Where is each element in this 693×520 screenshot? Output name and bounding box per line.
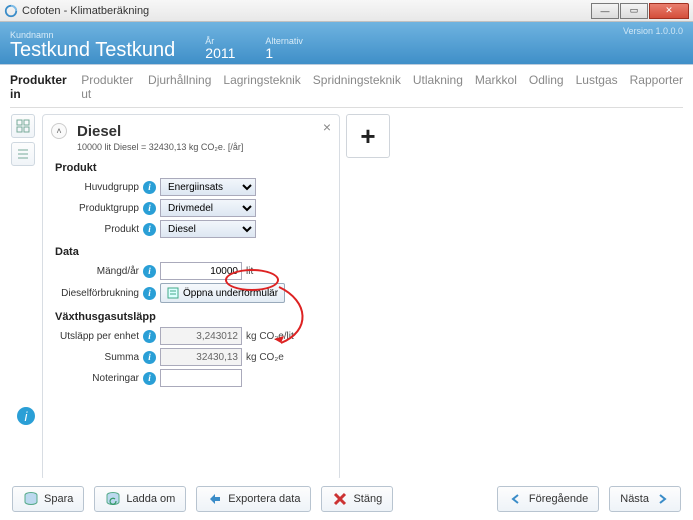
close-app-button[interactable]: Stäng — [321, 486, 393, 512]
export-label: Exportera data — [228, 493, 300, 505]
bottom-toolbar: Spara Ladda om Exportera data Stäng Före… — [0, 478, 693, 520]
huvudgrupp-label: Huvudgrupp — [55, 182, 143, 193]
form-icon — [167, 287, 179, 299]
noteringar-label: Noteringar — [55, 373, 143, 384]
tab-produkter-ut[interactable]: Produkter ut — [81, 73, 136, 101]
mangd-input[interactable] — [160, 262, 242, 280]
minimize-button[interactable]: — — [591, 3, 619, 19]
product-panel: ˄ × Diesel 10000 lit Diesel = 32430,13 k… — [42, 114, 340, 481]
close-x-icon — [332, 491, 348, 507]
tab-odling[interactable]: Odling — [529, 73, 564, 101]
header-ribbon: Kundnamn Testkund Testkund År 2011 Alter… — [0, 22, 693, 64]
diesel-label: Dieselförbrukning — [55, 288, 143, 299]
info-icon[interactable]: i — [143, 287, 156, 300]
reload-label: Ladda om — [126, 493, 175, 505]
save-button[interactable]: Spara — [12, 486, 84, 512]
close-label: Stäng — [353, 493, 382, 505]
alternativ-value: 1 — [265, 46, 303, 60]
collapse-toggle[interactable]: ˄ — [51, 123, 67, 139]
chevron-right-icon — [654, 491, 670, 507]
produkt-select[interactable]: Diesel — [160, 220, 256, 238]
add-product-button[interactable]: + — [346, 114, 390, 158]
next-label: Nästa — [620, 493, 649, 505]
info-icon[interactable]: i — [143, 223, 156, 236]
summa-label: Summa — [55, 352, 143, 363]
save-label: Spara — [44, 493, 73, 505]
next-button[interactable]: Nästa — [609, 486, 681, 512]
info-icon[interactable]: i — [143, 181, 156, 194]
tab-markkol[interactable]: Markkol — [475, 73, 517, 101]
produktgrupp-label: Produktgrupp — [55, 203, 143, 214]
version-label: Version 1.0.0.0 — [623, 26, 683, 36]
previous-button[interactable]: Föregående — [497, 486, 599, 512]
panel-close-icon[interactable]: × — [323, 119, 331, 135]
mangd-unit: lit — [246, 266, 253, 277]
tab-lustgas[interactable]: Lustgas — [576, 73, 618, 101]
noteringar-input[interactable] — [160, 369, 242, 387]
panel-title: Diesel — [77, 123, 327, 140]
help-info-button[interactable]: i — [14, 404, 38, 428]
chevron-left-icon — [508, 491, 524, 507]
utslapp-heading: Växthusgasutsläpp — [55, 311, 327, 323]
per-enhet-unit: kg CO₂e/lit — [246, 331, 294, 342]
list-view-button[interactable] — [11, 142, 35, 166]
summa-unit: kg CO₂e — [246, 352, 284, 363]
summa-value — [160, 348, 242, 366]
subform-label: Öppna underformulär — [183, 288, 278, 299]
database-reload-icon — [105, 491, 121, 507]
mangd-label: Mängd/år — [55, 266, 143, 277]
maximize-button[interactable]: ▭ — [620, 3, 648, 19]
info-icon[interactable]: i — [143, 372, 156, 385]
info-icon: i — [16, 406, 36, 426]
titlebar: Cofoten - Klimatberäkning — ▭ ✕ — [0, 0, 693, 22]
previous-label: Föregående — [529, 493, 588, 505]
plus-icon: + — [360, 121, 375, 152]
kundnamn-value: Testkund Testkund — [10, 40, 175, 60]
tab-utlakning[interactable]: Utlakning — [413, 73, 463, 101]
produkt-heading: Produkt — [55, 162, 327, 174]
info-icon[interactable]: i — [143, 351, 156, 364]
huvudgrupp-select[interactable]: Energiinsats — [160, 178, 256, 196]
tab-produkter-in[interactable]: Produkter in — [10, 73, 69, 101]
open-subform-button[interactable]: Öppna underformulär — [160, 283, 285, 303]
per-enhet-label: Utsläpp per enhet — [55, 331, 143, 342]
panel-summary: 10000 lit Diesel = 32430,13 kg CO₂e. [/å… — [77, 142, 327, 152]
tab-spridningsteknik[interactable]: Spridningsteknik — [313, 73, 401, 101]
grid-view-button[interactable] — [11, 114, 35, 138]
ar-value: 2011 — [205, 46, 235, 60]
export-button[interactable]: Exportera data — [196, 486, 311, 512]
app-icon — [4, 4, 18, 18]
info-icon[interactable]: i — [143, 265, 156, 278]
info-icon[interactable]: i — [143, 202, 156, 215]
tab-strip: Produkter in Produkter ut Djurhållning Lagr… — [10, 73, 683, 108]
close-button[interactable]: ✕ — [649, 3, 689, 19]
produkt-label: Produkt — [55, 224, 143, 235]
list-icon — [16, 147, 30, 161]
reload-button[interactable]: Ladda om — [94, 486, 186, 512]
info-icon[interactable]: i — [143, 330, 156, 343]
grid-icon — [16, 119, 30, 133]
tab-lagringsteknik[interactable]: Lagringsteknik — [223, 73, 300, 101]
per-enhet-value — [160, 327, 242, 345]
produktgrupp-select[interactable]: Drivmedel — [160, 199, 256, 217]
window-title: Cofoten - Klimatberäkning — [22, 5, 149, 17]
database-icon — [23, 491, 39, 507]
data-heading: Data — [55, 246, 327, 258]
tab-djurhållning[interactable]: Djurhållning — [148, 73, 211, 101]
export-icon — [207, 491, 223, 507]
tab-rapporter[interactable]: Rapporter — [630, 73, 683, 101]
